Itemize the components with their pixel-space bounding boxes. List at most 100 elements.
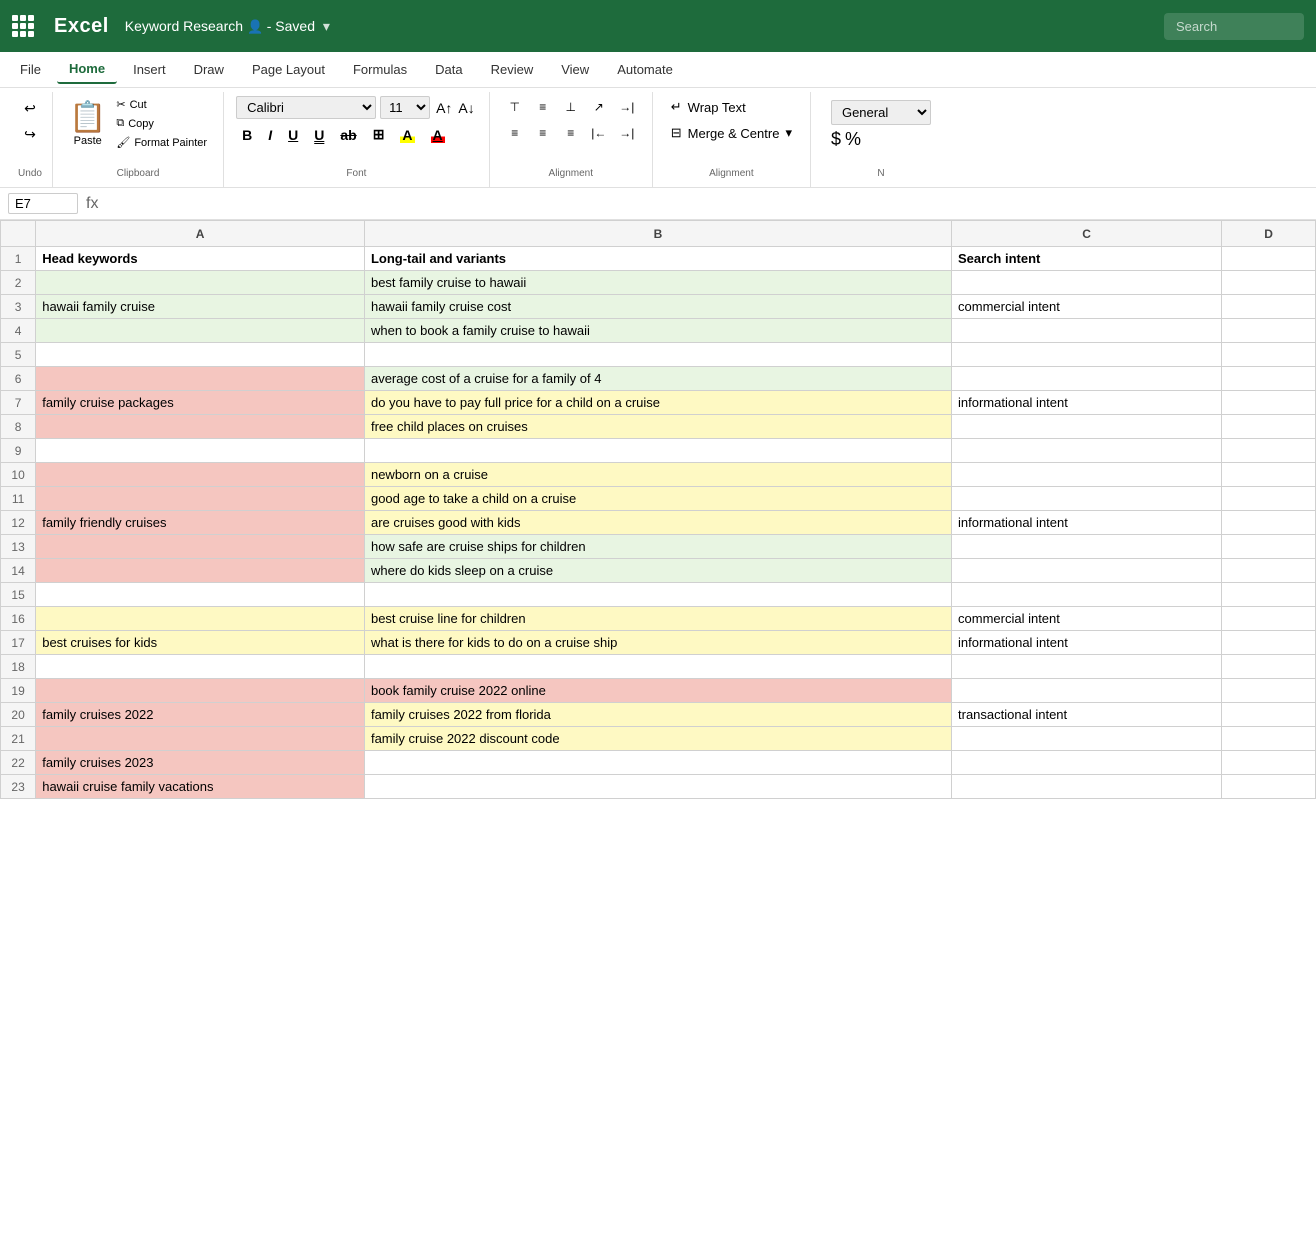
cell-d-9[interactable]: [1222, 439, 1316, 463]
cell-d-19[interactable]: [1222, 679, 1316, 703]
row-number-cell[interactable]: 11: [1, 487, 36, 511]
menu-page-layout[interactable]: Page Layout: [240, 56, 337, 83]
bold-button[interactable]: B: [236, 124, 258, 146]
increase-indent-button[interactable]: →|: [614, 96, 640, 118]
menu-data[interactable]: Data: [423, 56, 474, 83]
row-number-cell[interactable]: 5: [1, 343, 36, 367]
cell-d-1[interactable]: [1222, 247, 1316, 271]
cell-a-2[interactable]: [36, 271, 365, 295]
row-number-cell[interactable]: 3: [1, 295, 36, 319]
menu-insert[interactable]: Insert: [121, 56, 178, 83]
cell-d-3[interactable]: [1222, 295, 1316, 319]
cell-b-13[interactable]: how safe are cruise ships for children: [364, 535, 951, 559]
cell-d-6[interactable]: [1222, 367, 1316, 391]
cell-c-11[interactable]: [952, 487, 1222, 511]
cell-c-7[interactable]: informational intent: [952, 391, 1222, 415]
cell-d-12[interactable]: [1222, 511, 1316, 535]
row-number-cell[interactable]: 13: [1, 535, 36, 559]
cell-c-9[interactable]: [952, 439, 1222, 463]
row-number-cell[interactable]: 9: [1, 439, 36, 463]
row-number-cell[interactable]: 20: [1, 703, 36, 727]
menu-view[interactable]: View: [549, 56, 601, 83]
cell-c-15[interactable]: [952, 583, 1222, 607]
fill-color-button[interactable]: A: [394, 124, 420, 146]
cell-a-12[interactable]: family friendly cruises: [36, 511, 365, 535]
cell-c-4[interactable]: [952, 319, 1222, 343]
row-number-cell[interactable]: 12: [1, 511, 36, 535]
fx-icon[interactable]: fx: [86, 195, 98, 213]
cell-d-2[interactable]: [1222, 271, 1316, 295]
cell-c-12[interactable]: informational intent: [952, 511, 1222, 535]
cell-c-2[interactable]: [952, 271, 1222, 295]
center-align-button[interactable]: ≡: [530, 122, 556, 144]
number-format-select[interactable]: General: [831, 100, 931, 125]
menu-formulas[interactable]: Formulas: [341, 56, 419, 83]
cell-c-5[interactable]: [952, 343, 1222, 367]
cell-d-18[interactable]: [1222, 655, 1316, 679]
cell-a-21[interactable]: [36, 727, 365, 751]
row-number-cell[interactable]: 16: [1, 607, 36, 631]
cell-c-20[interactable]: transactional intent: [952, 703, 1222, 727]
cell-b-7[interactable]: do you have to pay full price for a chil…: [364, 391, 951, 415]
percent-button[interactable]: %: [845, 129, 861, 150]
cell-a-5[interactable]: [36, 343, 365, 367]
cell-b-12[interactable]: are cruises good with kids: [364, 511, 951, 535]
row-number-cell[interactable]: 14: [1, 559, 36, 583]
cell-b-11[interactable]: good age to take a child on a cruise: [364, 487, 951, 511]
font-color-button[interactable]: A: [425, 124, 451, 146]
cell-b-5[interactable]: [364, 343, 951, 367]
search-input[interactable]: [1164, 13, 1304, 40]
row-number-cell[interactable]: 2: [1, 271, 36, 295]
increase-font-size-button[interactable]: A↑: [434, 98, 454, 118]
cell-b-3[interactable]: hawaii family cruise cost: [364, 295, 951, 319]
orientation-button[interactable]: ↗: [586, 96, 612, 118]
cell-c-22[interactable]: [952, 751, 1222, 775]
cell-c-18[interactable]: [952, 655, 1222, 679]
cell-reference-input[interactable]: [8, 193, 78, 214]
row-number-cell[interactable]: 1: [1, 247, 36, 271]
cell-c-17[interactable]: informational intent: [952, 631, 1222, 655]
cut-button[interactable]: ✂ Cut: [112, 96, 211, 113]
cell-a-16[interactable]: [36, 607, 365, 631]
cell-b-15[interactable]: [364, 583, 951, 607]
app-grid-icon[interactable]: [12, 15, 34, 37]
cell-b-16[interactable]: best cruise line for children: [364, 607, 951, 631]
copy-button[interactable]: ⧉ Copy: [112, 115, 211, 132]
row-number-cell[interactable]: 7: [1, 391, 36, 415]
font-size-select[interactable]: 11: [380, 96, 430, 119]
merge-centre-button[interactable]: ⊟ Merge & Centre ▾: [665, 122, 798, 144]
cell-d-7[interactable]: [1222, 391, 1316, 415]
row-number-cell[interactable]: 17: [1, 631, 36, 655]
borders-button[interactable]: ⊞: [367, 123, 391, 146]
row-number-cell[interactable]: 22: [1, 751, 36, 775]
wrap-text-button[interactable]: ↵ Wrap Text: [665, 96, 798, 118]
cell-b-1[interactable]: Long-tail and variants: [364, 247, 951, 271]
strikethrough-button[interactable]: ab: [334, 124, 362, 146]
decrease-indent-button[interactable]: |←: [586, 122, 612, 144]
cell-c-23[interactable]: [952, 775, 1222, 799]
cell-d-15[interactable]: [1222, 583, 1316, 607]
cell-a-14[interactable]: [36, 559, 365, 583]
bottom-align-button[interactable]: ⊥: [558, 96, 584, 118]
cell-a-23[interactable]: hawaii cruise family vacations: [36, 775, 365, 799]
cell-d-21[interactable]: [1222, 727, 1316, 751]
cell-b-10[interactable]: newborn on a cruise: [364, 463, 951, 487]
cell-d-11[interactable]: [1222, 487, 1316, 511]
cell-b-17[interactable]: what is there for kids to do on a cruise…: [364, 631, 951, 655]
cell-c-16[interactable]: commercial intent: [952, 607, 1222, 631]
cell-d-20[interactable]: [1222, 703, 1316, 727]
menu-draw[interactable]: Draw: [182, 56, 236, 83]
cell-a-22[interactable]: family cruises 2023: [36, 751, 365, 775]
col-header-a[interactable]: A: [36, 221, 365, 247]
cell-d-5[interactable]: [1222, 343, 1316, 367]
cell-b-21[interactable]: family cruise 2022 discount code: [364, 727, 951, 751]
cell-d-16[interactable]: [1222, 607, 1316, 631]
cell-b-2[interactable]: best family cruise to hawaii: [364, 271, 951, 295]
row-number-cell[interactable]: 10: [1, 463, 36, 487]
row-number-cell[interactable]: 19: [1, 679, 36, 703]
cell-c-13[interactable]: [952, 535, 1222, 559]
cell-c-3[interactable]: commercial intent: [952, 295, 1222, 319]
cell-a-4[interactable]: [36, 319, 365, 343]
row-number-cell[interactable]: 6: [1, 367, 36, 391]
cell-b-6[interactable]: average cost of a cruise for a family of…: [364, 367, 951, 391]
